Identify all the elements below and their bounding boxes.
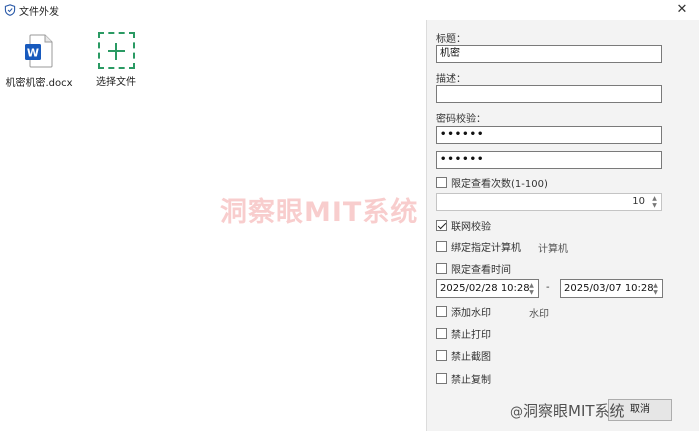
- no-print-checkbox[interactable]: [436, 327, 447, 339]
- stepper-arrows-icon[interactable]: ▲ ▼: [650, 195, 659, 209]
- online-check-checkbox[interactable]: [436, 219, 447, 231]
- bind-computer-option[interactable]: 绑定指定计算机: [436, 239, 521, 254]
- watermark-checkbox[interactable]: [436, 305, 447, 317]
- file-list-pane: W 机密机密.docx 选择文件: [0, 20, 426, 431]
- word-document-icon: W: [25, 34, 53, 68]
- shield-icon: [4, 4, 16, 16]
- bind-computer-checkbox[interactable]: [436, 240, 447, 252]
- no-screenshot-label: 禁止截图: [451, 351, 491, 363]
- start-datetime-picker[interactable]: 2025/02/28 10:28 ▲ ▼: [436, 279, 539, 298]
- plus-icon: [97, 32, 135, 69]
- no-copy-label: 禁止复制: [451, 374, 491, 386]
- date-range-separator: -: [546, 282, 550, 293]
- no-print-label: 禁止打印: [451, 329, 491, 341]
- view-count-stepper[interactable]: 10 ▲ ▼: [436, 193, 662, 211]
- start-datetime-value: 2025/02/28 10:28: [440, 283, 530, 294]
- watermark-label: 添加水印: [451, 307, 491, 319]
- file-item[interactable]: W 机密机密.docx: [4, 34, 74, 89]
- no-copy-checkbox[interactable]: [436, 372, 447, 384]
- online-check-label: 联网校验: [451, 221, 491, 233]
- watermark-option[interactable]: 添加水印: [436, 304, 491, 319]
- title-label: 标题：: [436, 34, 466, 45]
- view-limit-option[interactable]: 限定查看次数(1-100): [436, 175, 548, 190]
- bind-computer-label: 绑定指定计算机: [451, 242, 521, 254]
- cancel-button[interactable]: 取消: [608, 399, 672, 421]
- password-input[interactable]: ••••••: [436, 126, 662, 144]
- password-confirm-input[interactable]: ••••••: [436, 151, 662, 169]
- end-datetime-picker[interactable]: 2025/03/07 10:28 ▲ ▼: [560, 279, 663, 298]
- stepper-arrows-icon[interactable]: ▲ ▼: [527, 282, 536, 296]
- window-title: 文件外发: [19, 7, 59, 18]
- select-file-button[interactable]: 选择文件: [90, 32, 142, 88]
- view-time-checkbox[interactable]: [436, 262, 447, 274]
- close-button[interactable]: ✕: [665, 0, 699, 20]
- view-limit-label: 限定查看次数(1-100): [451, 178, 548, 190]
- file-name: 机密机密.docx: [5, 78, 73, 89]
- view-limit-checkbox[interactable]: [436, 176, 447, 188]
- online-check-option[interactable]: 联网校验: [436, 218, 491, 233]
- computer-label: 计算机: [538, 244, 568, 255]
- title-input[interactable]: 机密: [436, 45, 662, 63]
- svg-text:W: W: [27, 47, 39, 60]
- title-bar: 文件外发 ✕: [0, 0, 699, 20]
- view-time-label: 限定查看时间: [451, 264, 511, 276]
- description-label: 描述：: [436, 74, 466, 85]
- password-label: 密码校验：: [436, 114, 486, 125]
- select-file-label: 选择文件: [96, 77, 136, 88]
- no-print-option[interactable]: 禁止打印: [436, 326, 491, 341]
- no-copy-option[interactable]: 禁止复制: [436, 371, 491, 386]
- view-count-value: 10: [632, 196, 645, 207]
- close-icon: ✕: [676, 2, 688, 17]
- view-time-option[interactable]: 限定查看时间: [436, 261, 511, 276]
- end-datetime-value: 2025/03/07 10:28: [564, 283, 654, 294]
- stepper-arrows-icon[interactable]: ▲ ▼: [651, 282, 660, 296]
- description-input[interactable]: [436, 85, 662, 103]
- no-screenshot-checkbox[interactable]: [436, 349, 447, 361]
- watermark-side-label: 水印: [529, 309, 549, 320]
- no-screenshot-option[interactable]: 禁止截图: [436, 348, 491, 363]
- settings-panel: 标题： 机密 描述： 密码校验： •••••• •••••• 限定查看次数(1-…: [426, 20, 699, 431]
